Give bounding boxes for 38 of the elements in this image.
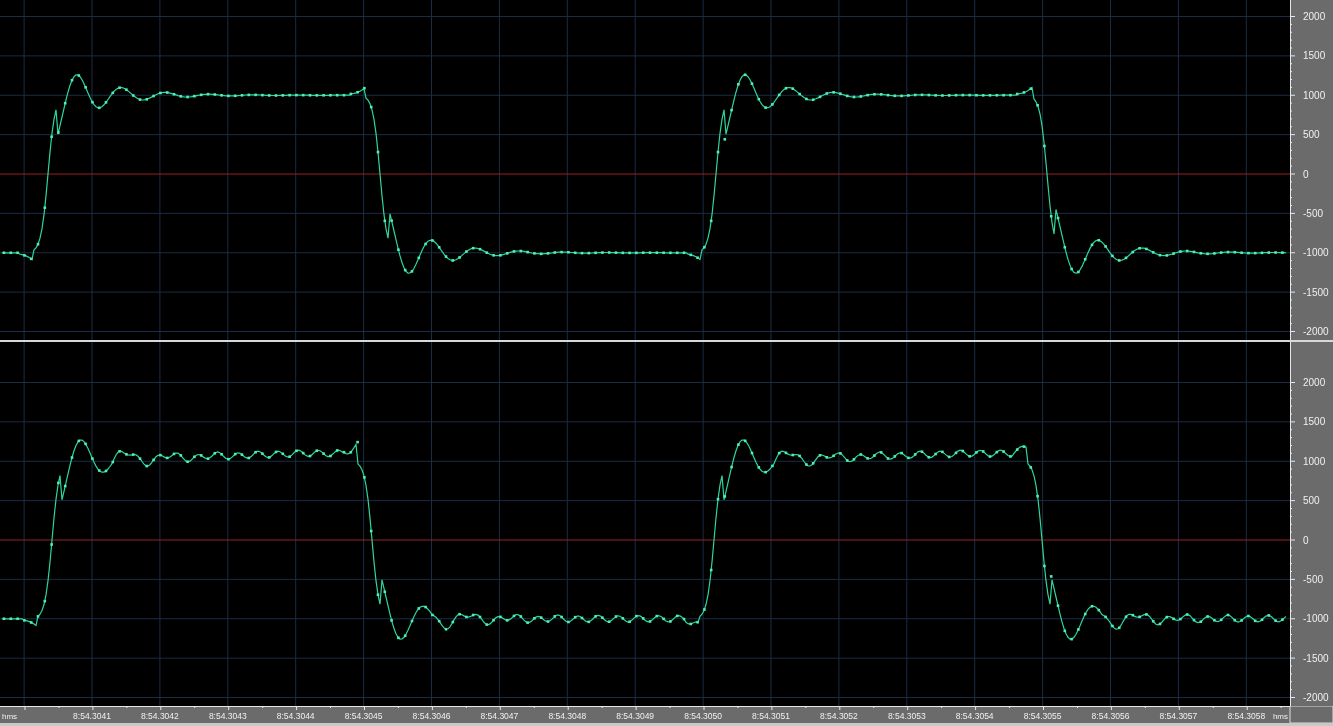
axis-label: 500 bbox=[1303, 129, 1320, 141]
axis-label: -1500 bbox=[1303, 286, 1329, 298]
time-label: 8:54.3044 bbox=[276, 711, 315, 721]
axis-label: 1000 bbox=[1303, 89, 1326, 101]
time-label: 8:54.3048 bbox=[548, 711, 587, 721]
axis-label: -2000 bbox=[1303, 326, 1329, 337]
time-label: 8:54.3043 bbox=[208, 711, 247, 721]
axis-label: 0 bbox=[1303, 534, 1309, 546]
time-label: 8:54.3046 bbox=[412, 711, 451, 721]
time-label: 8:54.3049 bbox=[616, 711, 655, 721]
time-label: 8:54.3050 bbox=[684, 711, 722, 721]
unit-label: hms bbox=[1272, 712, 1288, 721]
time-label: 8:54.3041 bbox=[73, 711, 111, 721]
axis-label: 1500 bbox=[1303, 50, 1326, 62]
axis-label: 2000 bbox=[1303, 11, 1326, 22]
time-label: 8:54.3052 bbox=[820, 711, 858, 721]
axis-label: -500 bbox=[1303, 573, 1323, 585]
axis-label: -2000 bbox=[1303, 692, 1329, 703]
time-label: 8:54.3057 bbox=[1159, 711, 1198, 721]
axis-label: -500 bbox=[1303, 207, 1323, 219]
axis-label: 1500 bbox=[1303, 416, 1326, 428]
unit-label: hms bbox=[2, 712, 18, 721]
axis-label: 500 bbox=[1303, 495, 1320, 507]
axis-label: 2000 bbox=[1303, 377, 1326, 388]
time-label: 8:54.3055 bbox=[1023, 711, 1062, 721]
axis-label: 1000 bbox=[1303, 455, 1326, 467]
time-label: 8:54.3051 bbox=[752, 711, 790, 721]
time-label: 8:54.3056 bbox=[1091, 711, 1130, 721]
time-label: 8:54.3047 bbox=[480, 711, 519, 721]
time-label: 8:54.3054 bbox=[955, 711, 994, 721]
time-label: 8:54.3045 bbox=[344, 711, 383, 721]
axis-label: -1500 bbox=[1303, 652, 1329, 664]
time-label: 8:54.3058 bbox=[1227, 711, 1266, 721]
axis-label: -1000 bbox=[1303, 613, 1329, 625]
axis-label: 0 bbox=[1303, 168, 1309, 180]
time-label: 8:54.3053 bbox=[887, 711, 926, 721]
time-label: 8:54.3042 bbox=[141, 711, 179, 721]
axis-label: -1000 bbox=[1303, 247, 1329, 259]
